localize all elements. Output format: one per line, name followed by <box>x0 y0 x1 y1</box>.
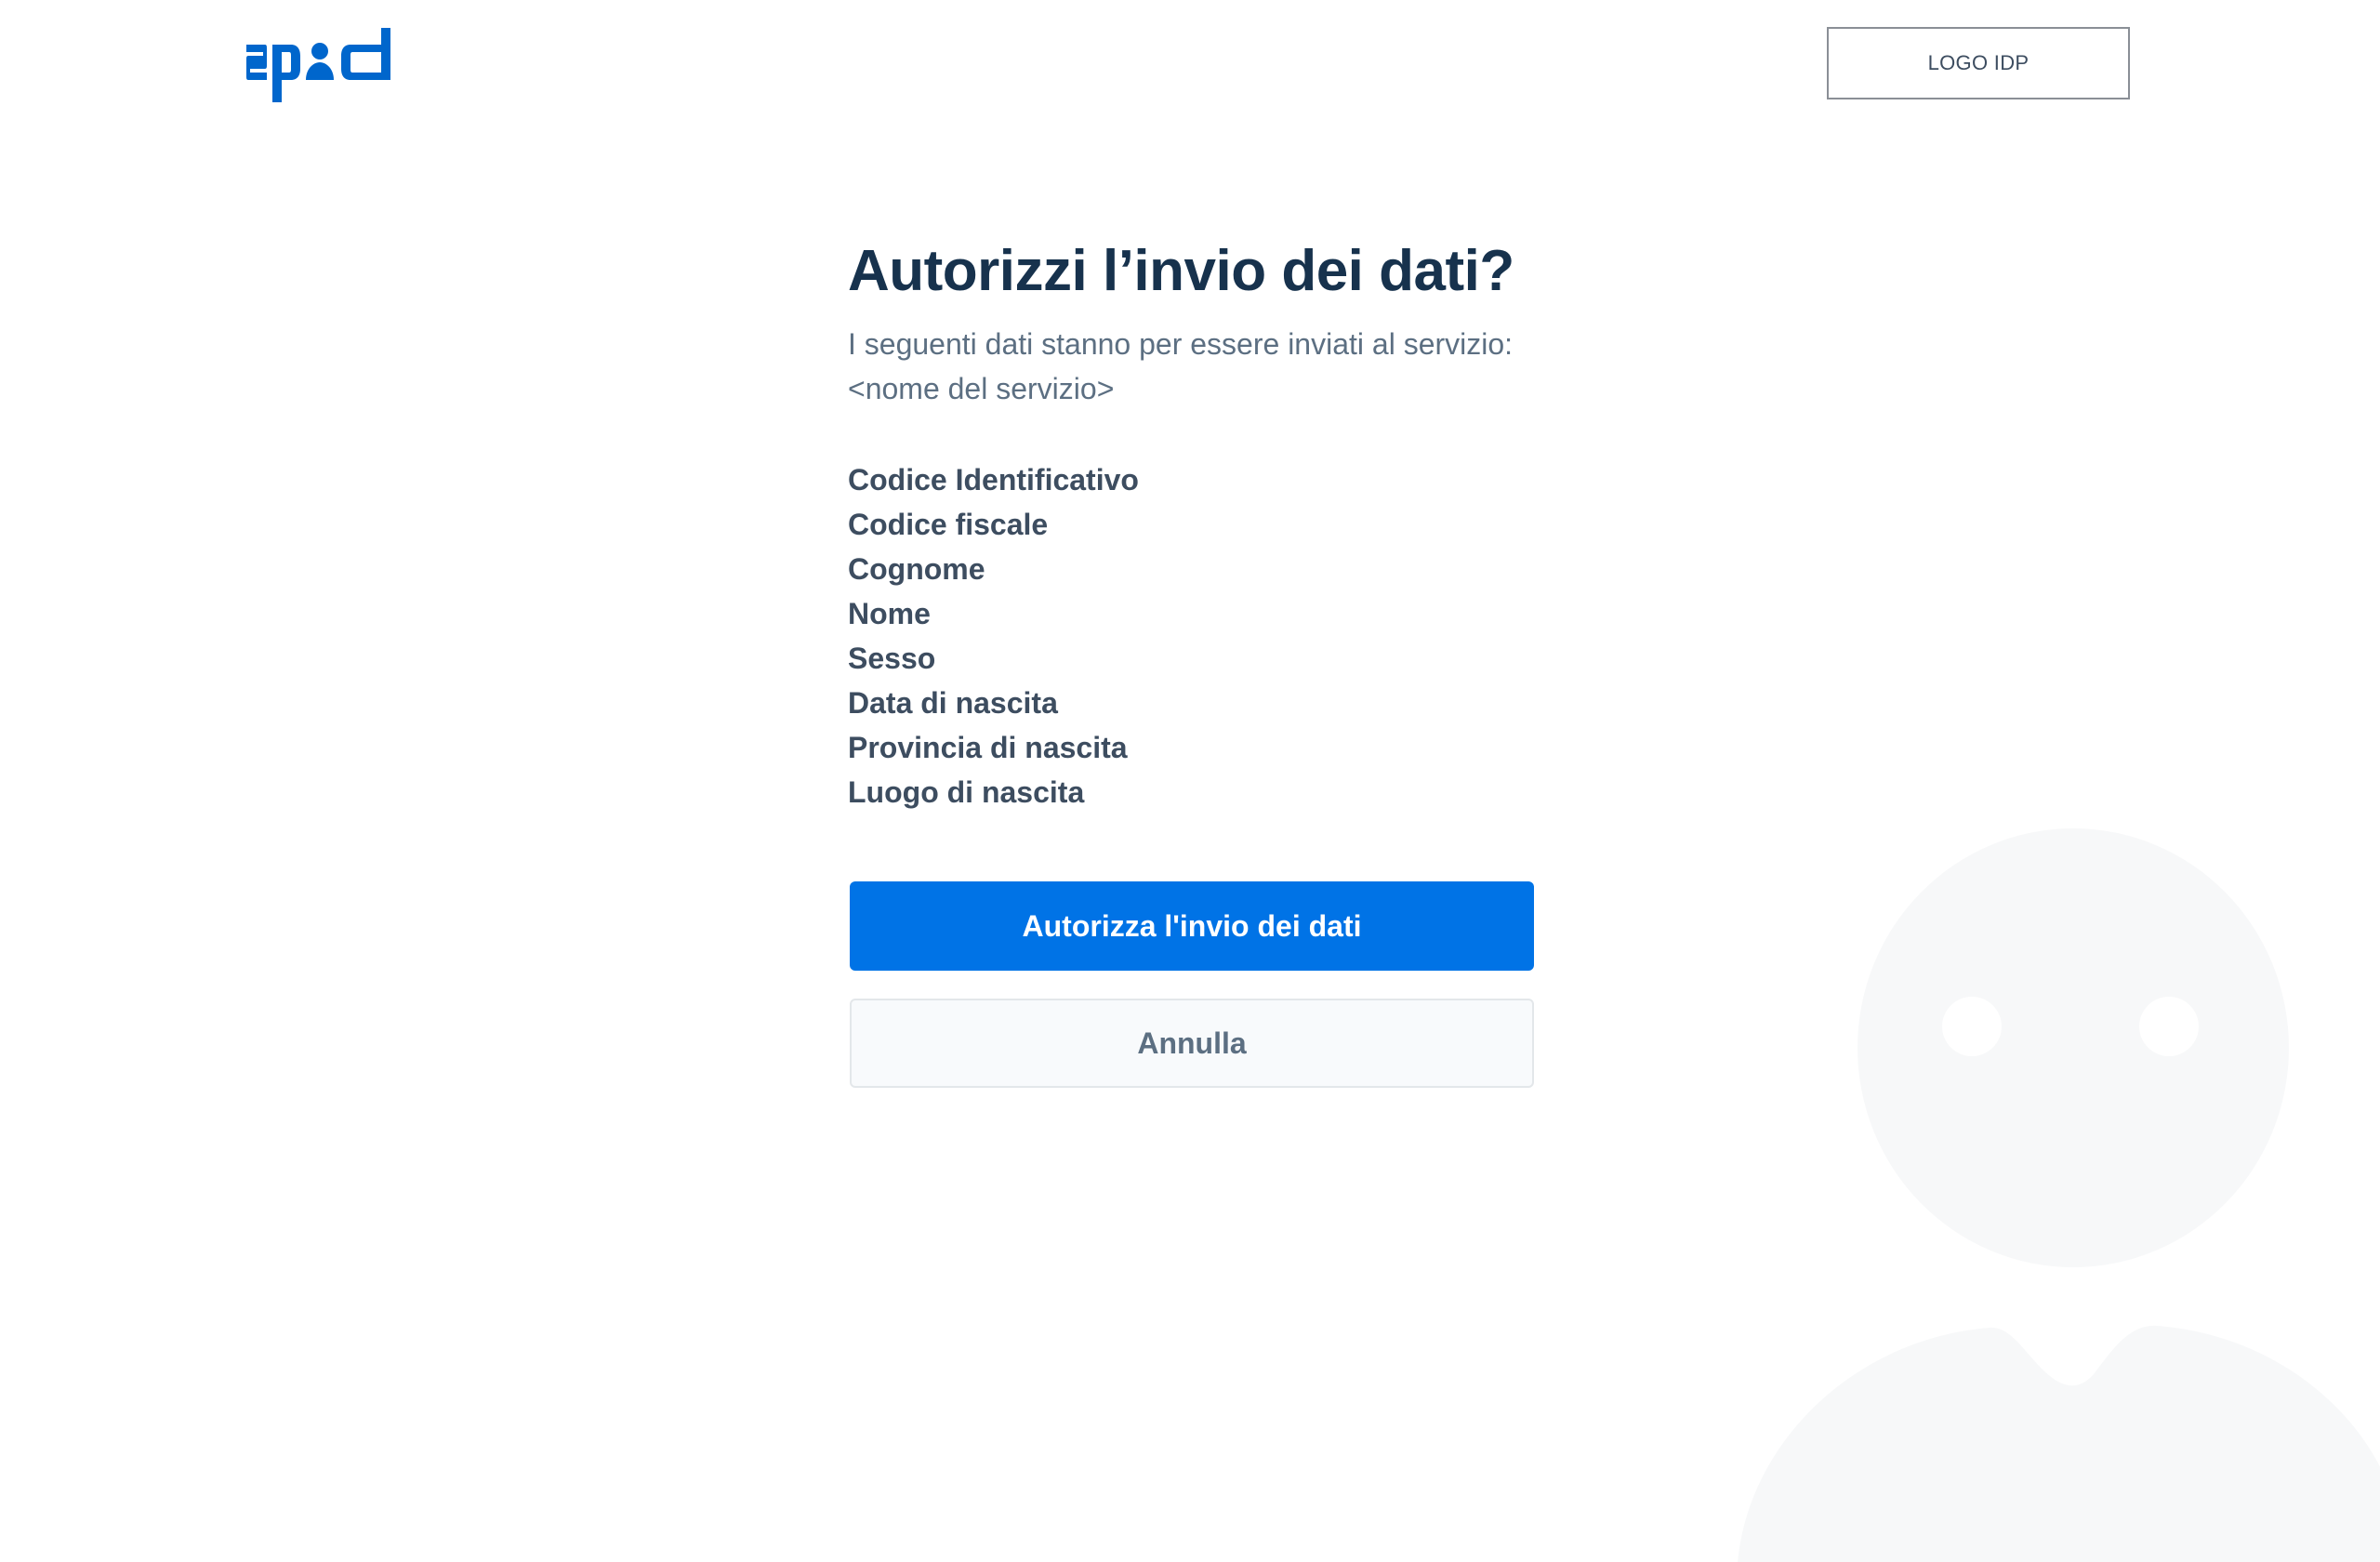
spid-logo[interactable] <box>246 24 395 106</box>
attribute-item: Luogo di nascita <box>848 775 1085 809</box>
authorize-button[interactable]: Autorizza l'invio dei dati <box>850 881 1534 971</box>
attribute-item: Sesso <box>848 642 936 675</box>
consent-description: I seguenti dati stanno per essere inviat… <box>848 322 1536 411</box>
attribute-item: Cognome <box>848 552 985 586</box>
consent-panel: Autorizzi l’invio dei dati? I seguenti d… <box>848 232 1536 1088</box>
page-title: Autorizzi l’invio dei dati? <box>848 239 1514 303</box>
attribute-item: Data di nascita <box>848 686 1058 720</box>
attribute-item: Provincia di nascita <box>848 731 1128 764</box>
service-name: <nome del servizio> <box>848 372 1115 405</box>
page: LOGO IDP Autorizzi l’invio dei dati? I s… <box>0 0 2380 1562</box>
attribute-item: Nome <box>848 597 931 630</box>
cancel-button-label: Annulla <box>1137 1026 1247 1060</box>
cancel-button[interactable]: Annulla <box>850 999 1534 1088</box>
attribute-item: Codice Identificativo <box>848 463 1139 496</box>
authorize-button-label: Autorizza l'invio dei dati <box>1022 908 1362 943</box>
idp-logo-label: LOGO IDP <box>1927 51 2030 74</box>
consent-description-text: I seguenti dati stanno per essere inviat… <box>848 327 1514 361</box>
attribute-list: Codice Identificativo Codice fiscale Cog… <box>848 457 1536 814</box>
idp-logo: LOGO IDP <box>1827 27 2130 99</box>
attribute-item: Codice fiscale <box>848 508 1049 541</box>
